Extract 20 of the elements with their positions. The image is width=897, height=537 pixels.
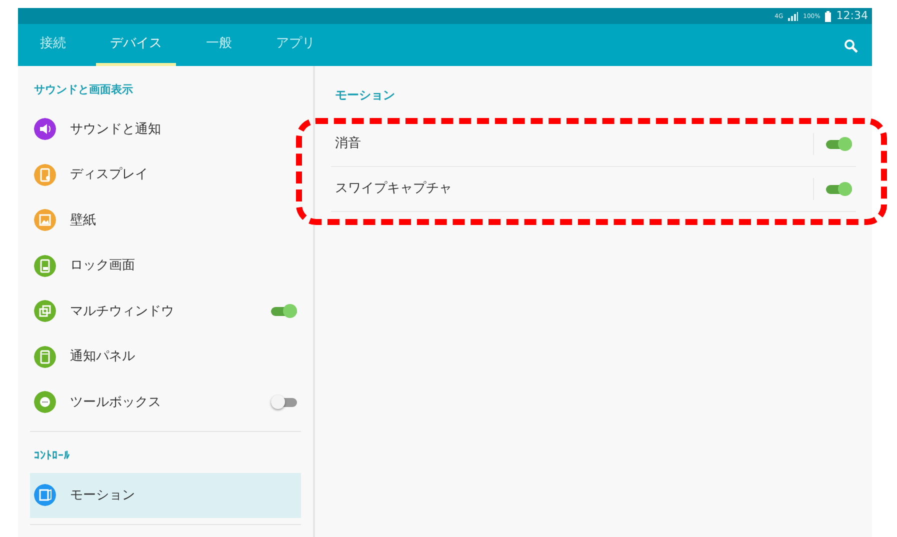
sidebar-item[interactable]: 通知パネル <box>30 334 301 380</box>
sidebar-item[interactable]: ツールボックス <box>30 380 301 425</box>
toggle-switch[interactable] <box>271 304 297 318</box>
clock: 12:34 <box>836 8 868 24</box>
sidebar-item[interactable]: マルチウィンドウ <box>30 288 301 334</box>
sidebar-item[interactable]: モーション <box>30 472 301 518</box>
section-header: ｺﾝﾄﾛｰﾙ <box>33 448 71 464</box>
setting-label: 消音 <box>335 135 362 154</box>
section-header: モーション <box>334 87 396 104</box>
battery-icon <box>825 10 832 22</box>
signal-icon <box>788 12 798 20</box>
sidebar-item[interactable]: ロック画面 <box>30 243 301 288</box>
sidebar-item[interactable]: ディスプレイ <box>30 152 301 198</box>
setting-label: スワイプキャプチャ <box>335 180 453 198</box>
sidebar-item[interactable]: 壁紙 <box>30 198 301 243</box>
toggle-switch[interactable] <box>826 182 852 196</box>
toggle-switch[interactable] <box>271 395 297 410</box>
sidebar-item[interactable]: サウンドと通知 <box>30 106 301 152</box>
section-header: サウンドと画面表示 <box>33 82 134 98</box>
toggle-switch[interactable] <box>826 137 852 151</box>
